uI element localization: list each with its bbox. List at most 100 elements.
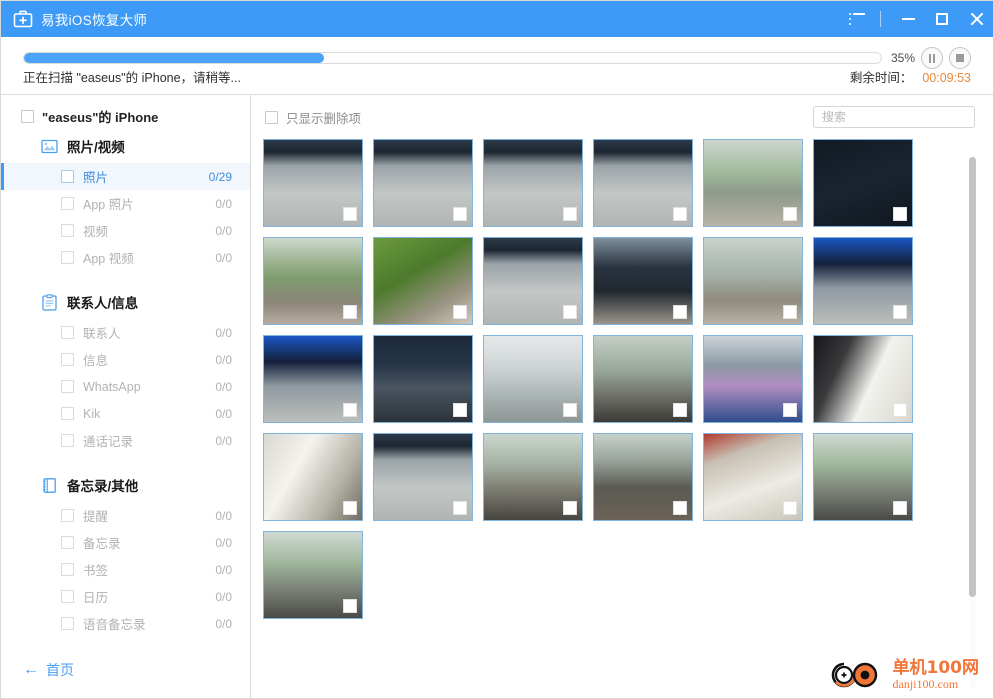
sidebar-item-0-2[interactable]: 视频 0/0 — [1, 217, 250, 244]
scan-progress-panel: 35% 正在扫描 "easeus"的 iPhone，请稍等... 剩余时间： 0… — [1, 37, 993, 95]
thumbnail-item[interactable] — [593, 433, 693, 521]
checkbox-box[interactable] — [61, 326, 74, 339]
thumbnail-item[interactable] — [483, 237, 583, 325]
thumbnail-item[interactable] — [703, 237, 803, 325]
thumbnail-item[interactable] — [593, 139, 693, 227]
sidebar-item-count: 0/0 — [215, 223, 232, 238]
thumbnail-item[interactable] — [263, 139, 363, 227]
thumbnail-checkbox[interactable] — [563, 501, 577, 515]
checkbox-box[interactable] — [61, 407, 74, 420]
thumbnail-item[interactable] — [263, 433, 363, 521]
search-box[interactable] — [813, 106, 975, 128]
sidebar-item-2-1[interactable]: 备忘录 0/0 — [1, 529, 250, 556]
tree-group-2[interactable]: 备忘录/其他 — [1, 468, 250, 502]
checkbox-box[interactable] — [61, 251, 74, 264]
checkbox-box[interactable] — [61, 197, 74, 210]
sidebar-item-2-2[interactable]: 书签 0/0 — [1, 556, 250, 583]
checkbox-box[interactable] — [61, 170, 74, 183]
thumbnail-checkbox[interactable] — [343, 501, 357, 515]
thumbnail-checkbox[interactable] — [563, 403, 577, 417]
thumbnail-checkbox[interactable] — [673, 403, 687, 417]
tree-group-0[interactable]: 照片/视频 — [1, 129, 250, 163]
thumbnail-item[interactable] — [593, 237, 693, 325]
thumbnail-checkbox[interactable] — [343, 305, 357, 319]
thumbnail-checkbox[interactable] — [563, 207, 577, 221]
sidebar-item-0-3[interactable]: App 视频 0/0 — [1, 244, 250, 271]
thumbnail-checkbox[interactable] — [893, 403, 907, 417]
pause-button[interactable] — [921, 47, 943, 69]
home-link[interactable]: ← 首页 — [1, 642, 250, 698]
thumbnail-item[interactable] — [813, 139, 913, 227]
scrollbar-thumb[interactable] — [969, 157, 976, 597]
thumbnail-checkbox[interactable] — [783, 207, 797, 221]
sidebar-item-1-3[interactable]: Kik 0/0 — [1, 400, 250, 427]
thumbnail-checkbox[interactable] — [343, 403, 357, 417]
thumbnail-checkbox[interactable] — [453, 403, 467, 417]
thumbnail-checkbox[interactable] — [893, 207, 907, 221]
minimize-button[interactable] — [891, 1, 925, 37]
thumbnail-checkbox[interactable] — [453, 501, 467, 515]
thumbnail-checkbox[interactable] — [673, 207, 687, 221]
checkbox-box[interactable] — [61, 536, 74, 549]
checkbox-box[interactable] — [21, 109, 34, 123]
tree-root-device[interactable]: "easeus"的 iPhone — [1, 103, 250, 129]
thumbnail-item[interactable] — [703, 335, 803, 423]
sidebar-item-1-2[interactable]: WhatsApp 0/0 — [1, 373, 250, 400]
thumbnail-checkbox[interactable] — [893, 305, 907, 319]
thumbnail-item[interactable] — [813, 433, 913, 521]
close-button[interactable] — [959, 1, 993, 37]
thumbnail-item[interactable] — [263, 237, 363, 325]
thumbnail-checkbox[interactable] — [453, 305, 467, 319]
maximize-button[interactable] — [925, 1, 959, 37]
checkbox-box[interactable] — [61, 509, 74, 522]
sidebar-item-2-4[interactable]: 语音备忘录 0/0 — [1, 610, 250, 637]
thumbnail-item[interactable] — [703, 433, 803, 521]
thumbnail-checkbox[interactable] — [783, 501, 797, 515]
thumbnail-item[interactable] — [483, 139, 583, 227]
thumbnail-item[interactable] — [813, 335, 913, 423]
thumbnail-checkbox[interactable] — [673, 501, 687, 515]
contacts-icon — [41, 293, 58, 311]
sidebar-item-1-4[interactable]: 通话记录 0/0 — [1, 427, 250, 454]
thumbnail-item[interactable] — [373, 139, 473, 227]
thumbnail-checkbox[interactable] — [783, 403, 797, 417]
sidebar-item-0-0[interactable]: 照片 0/29 — [1, 163, 250, 190]
thumbnail-item[interactable] — [373, 237, 473, 325]
thumbnail-item[interactable] — [593, 335, 693, 423]
thumbnail-checkbox[interactable] — [893, 501, 907, 515]
checkbox-box[interactable] — [61, 434, 74, 447]
menu-button[interactable] — [840, 1, 874, 37]
sidebar-item-1-0[interactable]: 联系人 0/0 — [1, 319, 250, 346]
device-name: "easeus"的 iPhone — [42, 109, 159, 125]
stop-button[interactable] — [949, 47, 971, 69]
sidebar-item-0-1[interactable]: App 照片 0/0 — [1, 190, 250, 217]
tree-group-1[interactable]: 联系人/信息 — [1, 285, 250, 319]
thumbnail-checkbox[interactable] — [343, 599, 357, 613]
checkbox-box[interactable] — [61, 224, 74, 237]
thumbnail-item[interactable] — [263, 335, 363, 423]
checkbox-box[interactable] — [61, 563, 74, 576]
checkbox-box[interactable] — [61, 617, 74, 630]
sidebar-item-1-1[interactable]: 信息 0/0 — [1, 346, 250, 373]
thumbnail-item[interactable] — [263, 531, 363, 619]
thumbnail-item[interactable] — [483, 335, 583, 423]
sidebar-item-2-3[interactable]: 日历 0/0 — [1, 583, 250, 610]
vertical-scrollbar[interactable] — [969, 157, 976, 688]
thumbnail-checkbox[interactable] — [343, 207, 357, 221]
search-input[interactable] — [822, 110, 966, 124]
thumbnail-item[interactable] — [373, 335, 473, 423]
thumbnail-checkbox[interactable] — [783, 305, 797, 319]
thumbnail-item[interactable] — [483, 433, 583, 521]
checkbox-box[interactable] — [61, 380, 74, 393]
thumbnail-item[interactable] — [373, 433, 473, 521]
checkbox-box[interactable] — [61, 590, 74, 603]
thumbnail-item[interactable] — [703, 139, 803, 227]
thumbnail-checkbox[interactable] — [563, 305, 577, 319]
thumbnail-checkbox[interactable] — [673, 305, 687, 319]
sidebar-item-2-0[interactable]: 提醒 0/0 — [1, 502, 250, 529]
show-deleted-only-checkbox[interactable]: 只显示删除项 — [265, 108, 361, 127]
thumbnail-item[interactable] — [813, 237, 913, 325]
pause-icon — [928, 53, 936, 63]
checkbox-box[interactable] — [61, 353, 74, 366]
thumbnail-checkbox[interactable] — [453, 207, 467, 221]
